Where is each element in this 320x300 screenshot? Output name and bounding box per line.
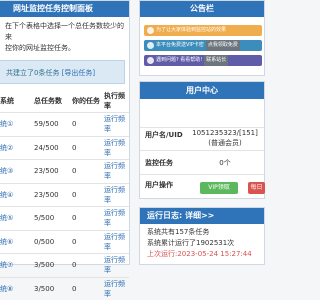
frequency-link[interactable]: 运行频率	[103, 182, 129, 207]
frequency-link[interactable]: 运行频率	[103, 135, 129, 160]
system-link[interactable]: 统⑧	[0, 276, 33, 300]
total-cell: 23/500	[33, 182, 71, 207]
column-header-frequency: 执行频率	[104, 92, 125, 110]
total-cell: 24/500	[33, 135, 71, 160]
user-center: 用户中心 用户名/UID 1051235323/[151] (普通会员) 监控任…	[139, 81, 265, 199]
table-row: 统⑤ 5/500 0 运行频率	[0, 206, 129, 230]
table-row: 统⑥ 0/500 0 运行频率	[0, 229, 129, 254]
user-center-title: 用户中心	[140, 82, 264, 99]
frequency-link[interactable]: 运行频率	[103, 276, 129, 300]
help-icon	[147, 57, 154, 64]
frequency-link[interactable]: 运行频率	[103, 229, 129, 254]
log-total-tasks: 系统共有157条任务	[147, 228, 210, 236]
notice-item-help[interactable]: 遇到问题? 看看帮助! 联系站长	[144, 55, 262, 66]
system-link[interactable]: 统⑦	[0, 253, 33, 277]
column-header-system: 系统	[0, 97, 14, 105]
frequency-link[interactable]: 运行频率	[103, 253, 129, 277]
contact-admin-tag[interactable]: 联系站长	[204, 55, 229, 66]
total-cell: 5/500	[33, 206, 71, 230]
description-line-2: 控你的网址监控任务。	[5, 44, 75, 52]
task-count-text: 共建立了0条任务	[6, 69, 62, 77]
mine-cell: 0	[71, 206, 103, 230]
system-link[interactable]: 统①	[0, 112, 33, 136]
column-header-mine: 你的任务	[72, 97, 100, 105]
system-link[interactable]: 统④	[0, 182, 33, 207]
system-link[interactable]: 统③	[0, 159, 33, 183]
system-link[interactable]: 统⑥	[0, 229, 33, 254]
task-count-info: 共建立了0条任务 [导出任务]	[0, 60, 125, 84]
column-header-total: 总任务数	[34, 97, 62, 105]
notice-item-vip[interactable]: 本平台免费送VIP卡密 点我领取免费	[144, 40, 262, 51]
frequency-link[interactable]: 运行频率	[103, 206, 129, 230]
notice-item-experience[interactable]: 为了让大家体验到监控站的效果	[144, 25, 262, 36]
log-total-runs: 系统累计运行了1902531次	[147, 239, 235, 247]
frequency-link[interactable]: 运行频率	[103, 159, 129, 183]
notice-board: 公告栏 为了让大家体验到监控站的效果 本平台免费送VIP卡密 点我领取免费 遇到问…	[139, 0, 265, 76]
task-table: 系统 总任务数 你的任务 执行频率 统① 59/500 0 运行频率 统② 24…	[0, 90, 129, 300]
system-link[interactable]: 统⑤	[0, 206, 33, 230]
gift-icon	[147, 42, 154, 49]
table-row: 统② 24/500 0 运行频率	[0, 135, 129, 160]
monitor-tasks-value: 0个	[219, 159, 231, 167]
mine-cell: 0	[71, 276, 103, 300]
table-row: 统① 59/500 0 运行频率	[0, 112, 129, 136]
run-log-title[interactable]: 运行日志: 详细>>	[140, 208, 264, 224]
total-cell: 0/500	[33, 229, 71, 254]
total-cell: 23/500	[33, 159, 71, 183]
notice-item-text: 遇到问题? 看看帮助!	[156, 57, 203, 63]
monitor-control-panel: 网址监控任务控制面板 在下个表格中选择一个总任务数较少的来 控你的网址监控任务。…	[0, 0, 130, 300]
panel-title: 网址监控任务控制面板	[0, 1, 129, 17]
table-row: 统⑧ 3/500 0 运行频率	[0, 276, 129, 300]
export-tasks-link[interactable]: [导出任务]	[62, 69, 95, 77]
notice-title: 公告栏	[140, 1, 264, 17]
run-log: 运行日志: 详细>> 系统共有157条任务 系统累计运行了1902531次 上次…	[139, 207, 265, 265]
member-level: (普通会员)	[208, 139, 242, 147]
free-vip-tag[interactable]: 点我领取免费	[205, 40, 240, 51]
mine-cell: 0	[71, 182, 103, 207]
table-row: 统③ 23/500 0 运行频率	[0, 159, 129, 183]
table-row: 统④ 23/500 0 运行频率	[0, 182, 129, 207]
mine-cell: 0	[71, 135, 103, 160]
mine-cell: 0	[71, 159, 103, 183]
username-label: 用户名/UID	[145, 131, 183, 139]
description-line-1: 在下个表格中选择一个总任务数较少的来	[5, 22, 124, 41]
mine-cell: 0	[71, 229, 103, 254]
panel-description: 在下个表格中选择一个总任务数较少的来 控你的网址监控任务。	[0, 17, 129, 54]
frequency-link[interactable]: 运行频率	[103, 112, 129, 136]
monitor-tasks-label: 监控任务	[145, 159, 173, 167]
total-cell: 59/500	[33, 112, 71, 136]
mine-cell: 0	[71, 253, 103, 277]
notice-item-text: 为了让大家体验到监控站的效果	[156, 27, 227, 33]
system-link[interactable]: 统②	[0, 135, 33, 160]
table-row: 统⑦ 3/500 0 运行频率	[0, 253, 129, 277]
log-last-run: 上次运行:2023-05-24 15:27:44	[147, 250, 252, 258]
user-ops-label: 用户操作	[145, 181, 173, 189]
vip-claim-button[interactable]: VIP领取	[200, 182, 238, 194]
username-value: 1051235323/[151]	[192, 129, 258, 137]
total-cell: 3/500	[33, 253, 71, 277]
megaphone-icon	[147, 27, 154, 34]
notice-item-text: 本平台免费送VIP卡密	[156, 42, 204, 48]
daily-button[interactable]: 每日	[248, 182, 265, 194]
total-cell: 3/500	[33, 276, 71, 300]
mine-cell: 0	[71, 112, 103, 136]
table-header-row: 系统 总任务数 你的任务 执行频率	[0, 90, 129, 113]
